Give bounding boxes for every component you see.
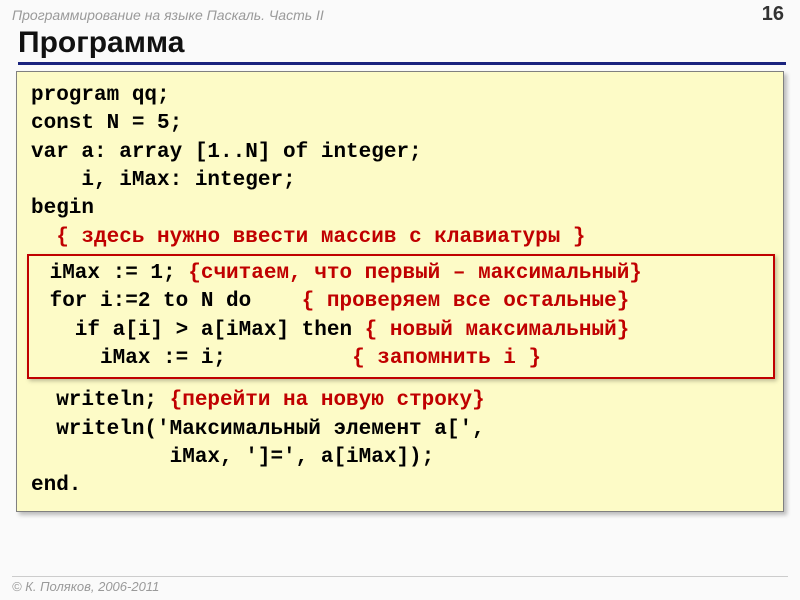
code-text: if a[i] > a[iMax] then (37, 319, 365, 342)
code-text: iMax := i; (37, 347, 352, 370)
code-text: iMax := 1; (37, 262, 188, 285)
code-line: var a: array [1..N] of integer; (31, 139, 771, 167)
code-line: iMax := 1; {считаем, что первый – максим… (37, 260, 765, 288)
code-line: end. (31, 472, 771, 500)
code-line: if a[i] > a[iMax] then { новый максималь… (37, 317, 765, 345)
code-comment: {перейти на новую строку} (170, 389, 485, 412)
code-line: writeln('Максимальный элемент a[', (31, 416, 771, 444)
slide: Программирование на языке Паскаль. Часть… (0, 0, 800, 600)
code-text (31, 226, 56, 249)
code-line: iMax, ']=', a[iMax]); (31, 444, 771, 472)
code-box: program qq; const N = 5; var a: array [1… (16, 71, 784, 512)
code-line: i, iMax: integer; (31, 167, 771, 195)
code-line: { здесь нужно ввести массив с клавиатуры… (31, 224, 771, 252)
highlight-box: iMax := 1; {считаем, что первый – максим… (27, 254, 775, 379)
code-line: writeln; {перейти на новую строку} (31, 387, 771, 415)
slide-footer: © К. Поляков, 2006-2011 (12, 576, 788, 594)
code-line: begin (31, 195, 771, 223)
slide-title: Программа (18, 26, 786, 65)
code-text: for i:=2 to N do (37, 290, 302, 313)
course-title: Программирование на языке Паскаль. Часть… (12, 7, 324, 23)
code-comment: { здесь нужно ввести массив с клавиатуры… (56, 226, 585, 249)
code-comment: {считаем, что первый – максимальный} (188, 262, 642, 285)
code-line: program qq; (31, 82, 771, 110)
code-line: for i:=2 to N do { проверяем все остальн… (37, 288, 765, 316)
code-text: writeln; (31, 389, 170, 412)
page-number: 16 (762, 3, 784, 26)
code-comment: { новый максимальный} (365, 319, 630, 342)
code-line: iMax := i; { запомнить i } (37, 345, 765, 373)
code-comment: { запомнить i } (352, 347, 541, 370)
code-comment: { проверяем все остальные} (302, 290, 630, 313)
code-line: const N = 5; (31, 110, 771, 138)
slide-header: Программирование на языке Паскаль. Часть… (0, 0, 800, 26)
